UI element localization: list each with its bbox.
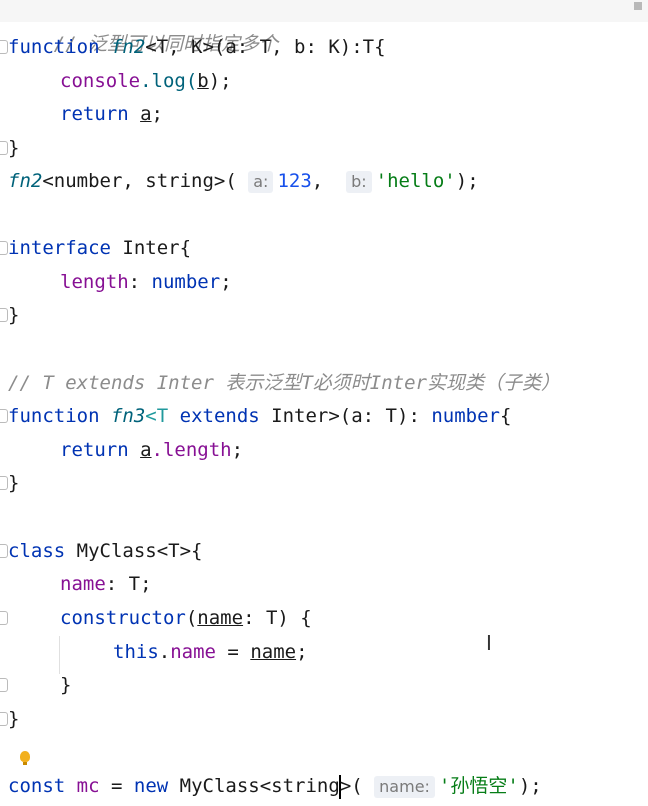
param-ref: name xyxy=(250,641,297,663)
code-line-17: name: T; xyxy=(60,569,152,599)
paren: ( xyxy=(185,607,198,629)
code-line-20: } xyxy=(60,670,71,700)
fold-marker[interactable] xyxy=(0,241,8,255)
indent-guide xyxy=(59,636,60,674)
brace: } xyxy=(8,708,20,730)
keyword-this: this xyxy=(113,641,159,663)
code-line-12: function fn3<T extends Inter>(a: T): num… xyxy=(8,401,511,431)
punctuation: ; xyxy=(231,439,244,461)
param-name: name xyxy=(197,607,244,629)
keyword-interface: interface xyxy=(8,237,111,259)
code-line-18: constructor(name: T) { xyxy=(60,603,312,633)
type-args: <number, string>( xyxy=(42,170,237,192)
fold-marker[interactable] xyxy=(0,544,8,558)
code-line-3: return a; xyxy=(60,99,163,129)
function-name: fn2 xyxy=(110,36,146,58)
code-line-1: function fn2<T, K>(a: T, b: K):T{ xyxy=(8,32,386,62)
punctuation: ); xyxy=(208,70,232,92)
fold-marker[interactable] xyxy=(0,308,8,322)
return-type: number xyxy=(431,405,500,427)
punctuation: ; xyxy=(296,641,308,663)
fold-marker[interactable] xyxy=(0,476,8,490)
field-name: name xyxy=(60,573,106,595)
keyword-const: const xyxy=(8,775,66,797)
property-name: length xyxy=(60,271,129,293)
code-line-9: } xyxy=(8,300,19,330)
brace: } xyxy=(8,304,20,326)
type-name: number xyxy=(151,271,221,293)
code-line-21: } xyxy=(8,704,19,734)
param-ref: a xyxy=(140,103,152,125)
param-ref: b xyxy=(197,70,209,92)
punctuation: ); xyxy=(518,775,542,797)
brace: } xyxy=(60,674,72,696)
code-line-2: console.log(b); xyxy=(60,66,232,96)
param-hint-a: a: xyxy=(248,170,274,193)
code-line-19: this.name = name; xyxy=(113,637,308,667)
log-call: .log( xyxy=(140,70,198,92)
code-editor[interactable]: // 泛型可以同时指定多个 function fn2<T, K>(a: T, b… xyxy=(0,0,648,806)
keyword-constructor: constructor xyxy=(60,607,186,629)
fold-marker[interactable] xyxy=(0,611,8,625)
fold-marker[interactable] xyxy=(0,678,8,692)
class-name: MyClass<T>{ xyxy=(76,540,203,562)
signature: Inter>(a: T): xyxy=(271,405,420,427)
param-ref: a xyxy=(140,439,152,461)
param-type: : T) { xyxy=(243,607,312,629)
assign: = xyxy=(99,775,134,797)
comma: , xyxy=(311,170,324,192)
comment: // T extends Inter 表示泛型T必须时Inter实现类（子类） xyxy=(8,372,560,394)
keyword-function: function xyxy=(8,405,100,427)
brace: } xyxy=(8,472,20,494)
type-param: <T xyxy=(145,405,169,427)
code-line-0: // 泛型可以同时指定多个 xyxy=(8,0,278,55)
code-line-13: return a.length; xyxy=(60,435,243,465)
colon: : xyxy=(128,271,141,293)
interface-name: Inter{ xyxy=(122,237,192,259)
keyword-class: class xyxy=(8,540,66,562)
param-hint-name: name: xyxy=(374,775,435,798)
string-literal: 'hello' xyxy=(375,170,456,192)
punctuation: ); xyxy=(455,170,479,192)
function-call: fn2 xyxy=(8,170,43,192)
keyword-extends: extends xyxy=(179,405,260,427)
keyword-function: function xyxy=(8,36,100,58)
assign: = xyxy=(215,641,251,663)
number-literal: 123 xyxy=(277,170,312,192)
code-line-23: const mc = new MyClass<string>( name: '孙悟… xyxy=(8,771,542,801)
code-line-5: fn2<number, string>( a: 123, b:'hello'); xyxy=(8,166,479,196)
call-open: >( xyxy=(339,775,363,797)
code-line-16: class MyClass<T>{ xyxy=(8,536,203,566)
field-ref: name xyxy=(170,641,216,663)
fold-marker[interactable] xyxy=(0,141,8,155)
fold-marker[interactable] xyxy=(0,40,8,54)
code-line-7: interface Inter{ xyxy=(8,233,191,263)
code-line-14: } xyxy=(8,468,19,498)
text-cursor-icon: I xyxy=(486,631,492,655)
console-object: console xyxy=(60,70,141,92)
punctuation: ; xyxy=(151,103,163,125)
variable-name: mc xyxy=(76,775,100,797)
code-line-11: // T extends Inter 表示泛型T必须时Inter实现类（子类） xyxy=(8,368,560,398)
keyword-return: return xyxy=(60,439,129,461)
brace: } xyxy=(8,137,20,159)
fold-marker[interactable] xyxy=(0,712,8,726)
param-hint-b: b: xyxy=(346,170,372,193)
length-property: .length xyxy=(151,439,232,461)
keyword-new: new xyxy=(133,775,169,797)
string-literal: '孙悟空' xyxy=(438,775,519,797)
dot: . xyxy=(158,641,171,663)
signature: <T, K>(a: T, b: K):T{ xyxy=(145,36,386,58)
function-name: fn3 xyxy=(110,405,146,427)
field-type: : T; xyxy=(105,573,152,595)
lightbulb-icon[interactable] xyxy=(20,751,30,765)
class-instantiation: MyClass<string xyxy=(179,775,340,797)
code-line-4: } xyxy=(8,133,19,163)
brace: { xyxy=(499,405,512,427)
code-line-8: length: number; xyxy=(60,267,232,297)
keyword-return: return xyxy=(60,103,129,125)
scroll-marker[interactable] xyxy=(634,2,642,10)
fold-marker[interactable] xyxy=(0,409,8,423)
punctuation: ; xyxy=(220,271,232,293)
